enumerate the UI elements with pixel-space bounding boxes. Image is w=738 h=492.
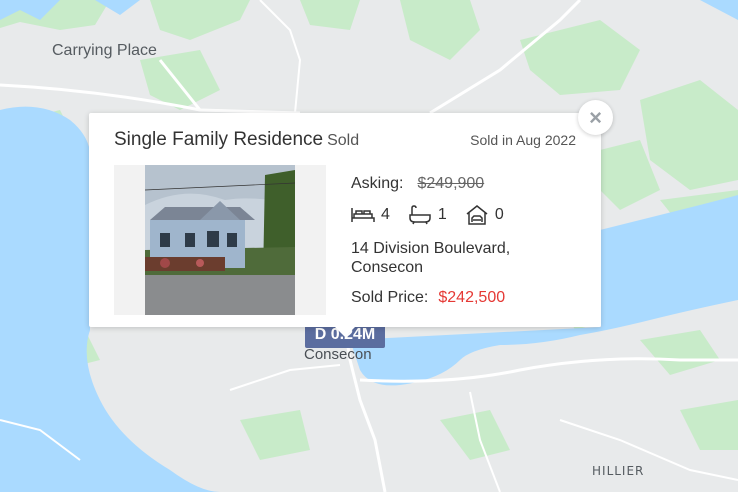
property-type-heading[interactable]: Single Family Residence Sold — [114, 129, 359, 151]
sold-date: Sold in Aug 2022 — [470, 132, 576, 148]
place-label-hillier: HILLIER — [592, 464, 645, 478]
asking-row: Asking: $249,900 — [351, 175, 484, 193]
sold-price-label: Sold Price: — [351, 289, 429, 306]
listing-popup: Single Family Residence Sold Sold in Aug … — [89, 113, 601, 337]
garage-feature: 0 — [465, 205, 504, 225]
asking-price: $249,900 — [417, 175, 485, 192]
garage-icon — [466, 205, 488, 225]
property-photo[interactable] — [145, 165, 295, 315]
bed-icon — [351, 208, 375, 222]
sold-price: $242,500 — [438, 289, 506, 306]
bathtub-icon — [409, 205, 431, 225]
features-row: 4 1 0 — [351, 205, 522, 225]
property-type: Single Family Residence — [114, 129, 324, 150]
sold-price-row: Sold Price: $242,500 — [351, 289, 505, 307]
address: 14 Division Boulevard, Consecon — [351, 239, 510, 277]
address-line-1: 14 Division Boulevard, — [351, 240, 511, 257]
bedrooms-feature: 4 — [351, 206, 390, 224]
place-label-consecon: Consecon — [304, 346, 372, 363]
bedrooms-count: 4 — [381, 206, 390, 223]
garage-count: 0 — [494, 206, 504, 223]
close-button[interactable]: × — [578, 100, 613, 135]
bathrooms-feature: 1 — [408, 205, 447, 225]
place-label-carrying-place: Carrying Place — [52, 42, 157, 59]
address-line-2: Consecon — [351, 259, 424, 276]
bathrooms-count: 1 — [437, 206, 447, 223]
property-photo-frame[interactable] — [114, 165, 326, 315]
close-icon: × — [589, 104, 602, 130]
asking-label: Asking: — [351, 175, 404, 192]
status-label: Sold — [327, 132, 360, 149]
